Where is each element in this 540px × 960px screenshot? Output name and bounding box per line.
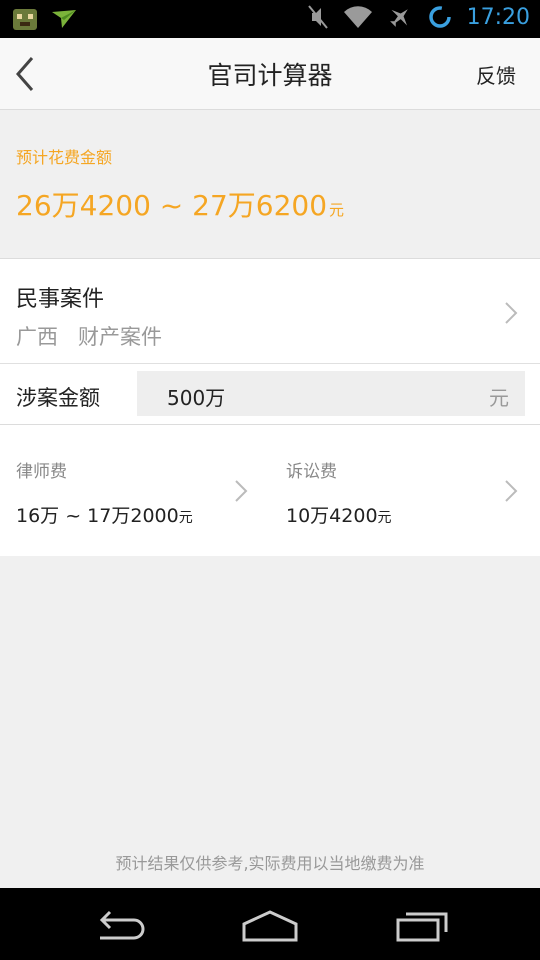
chevron-right-icon (505, 480, 518, 502)
home-icon (242, 910, 298, 942)
lawyer-fee-label: 律师费 (16, 462, 67, 482)
estimate-unit: 元 (329, 201, 345, 219)
nav-back-button[interactable] (90, 906, 150, 946)
litigation-fee-label: 诉讼费 (286, 462, 337, 482)
status-time: 17:20 (466, 4, 530, 30)
recent-apps-icon (396, 912, 448, 942)
estimate-amount: 26万4200 ~ 27万6200 (16, 189, 328, 222)
feedback-button[interactable]: 反馈 (476, 60, 516, 89)
chevron-right-icon (235, 480, 248, 502)
app-notification-icon (13, 9, 37, 30)
nav-recents-button[interactable] (392, 906, 452, 946)
case-details: 广西 财产案件 (16, 321, 162, 351)
amount-label: 涉案金额 (16, 386, 100, 410)
disclaimer-text: 预计结果仅供参考,实际费用以当地缴费为准 (115, 854, 425, 873)
litigation-fee-item[interactable]: 诉讼费 10万4200元 (270, 425, 540, 556)
amount-value: 500万 (167, 386, 226, 410)
lawyer-fee-amount: 16万 ~ 17万2000 (16, 505, 179, 527)
lawyer-fee-item[interactable]: 律师费 16万 ~ 17万2000元 (0, 425, 270, 556)
nav-home-button[interactable] (240, 906, 300, 946)
page-title: 官司计算器 (207, 61, 333, 90)
case-region: 广西 (16, 325, 58, 349)
sync-icon (428, 6, 451, 28)
litigation-fee-unit: 元 (377, 510, 392, 526)
estimate-section: 预计花费金额 26万4200 ~ 27万6200 元 (0, 110, 540, 258)
lawyer-fee-value: 16万 ~ 17万2000元 (16, 501, 193, 528)
litigation-fee-value: 10万4200元 (286, 501, 392, 528)
case-type: 民事案件 (16, 287, 105, 312)
system-nav-bar (0, 888, 540, 960)
amount-row: 涉案金额 500万 元 (0, 364, 540, 425)
litigation-fee-amount: 10万4200 (286, 505, 378, 527)
estimate-value: 26万4200 ~ 27万6200 元 (16, 184, 344, 224)
lawyer-fee-unit: 元 (178, 510, 193, 526)
airplane-mode-icon (389, 9, 408, 27)
amount-input[interactable]: 500万 元 (137, 371, 525, 416)
paper-plane-icon (52, 10, 76, 28)
estimate-label: 预计花费金额 (16, 148, 113, 167)
header: 官司计算器 反馈 (0, 38, 540, 110)
status-bar: 17:20 (0, 0, 540, 38)
back-arrow-icon (99, 910, 145, 940)
wifi-icon (343, 6, 372, 28)
chevron-right-icon (505, 302, 518, 324)
case-category: 财产案件 (78, 325, 162, 349)
amount-unit: 元 (489, 386, 509, 410)
mute-icon (307, 5, 328, 29)
case-type-row[interactable]: 民事案件 广西 财产案件 (0, 258, 540, 364)
fees-row: 律师费 16万 ~ 17万2000元 诉讼费 10万4200元 (0, 425, 540, 556)
